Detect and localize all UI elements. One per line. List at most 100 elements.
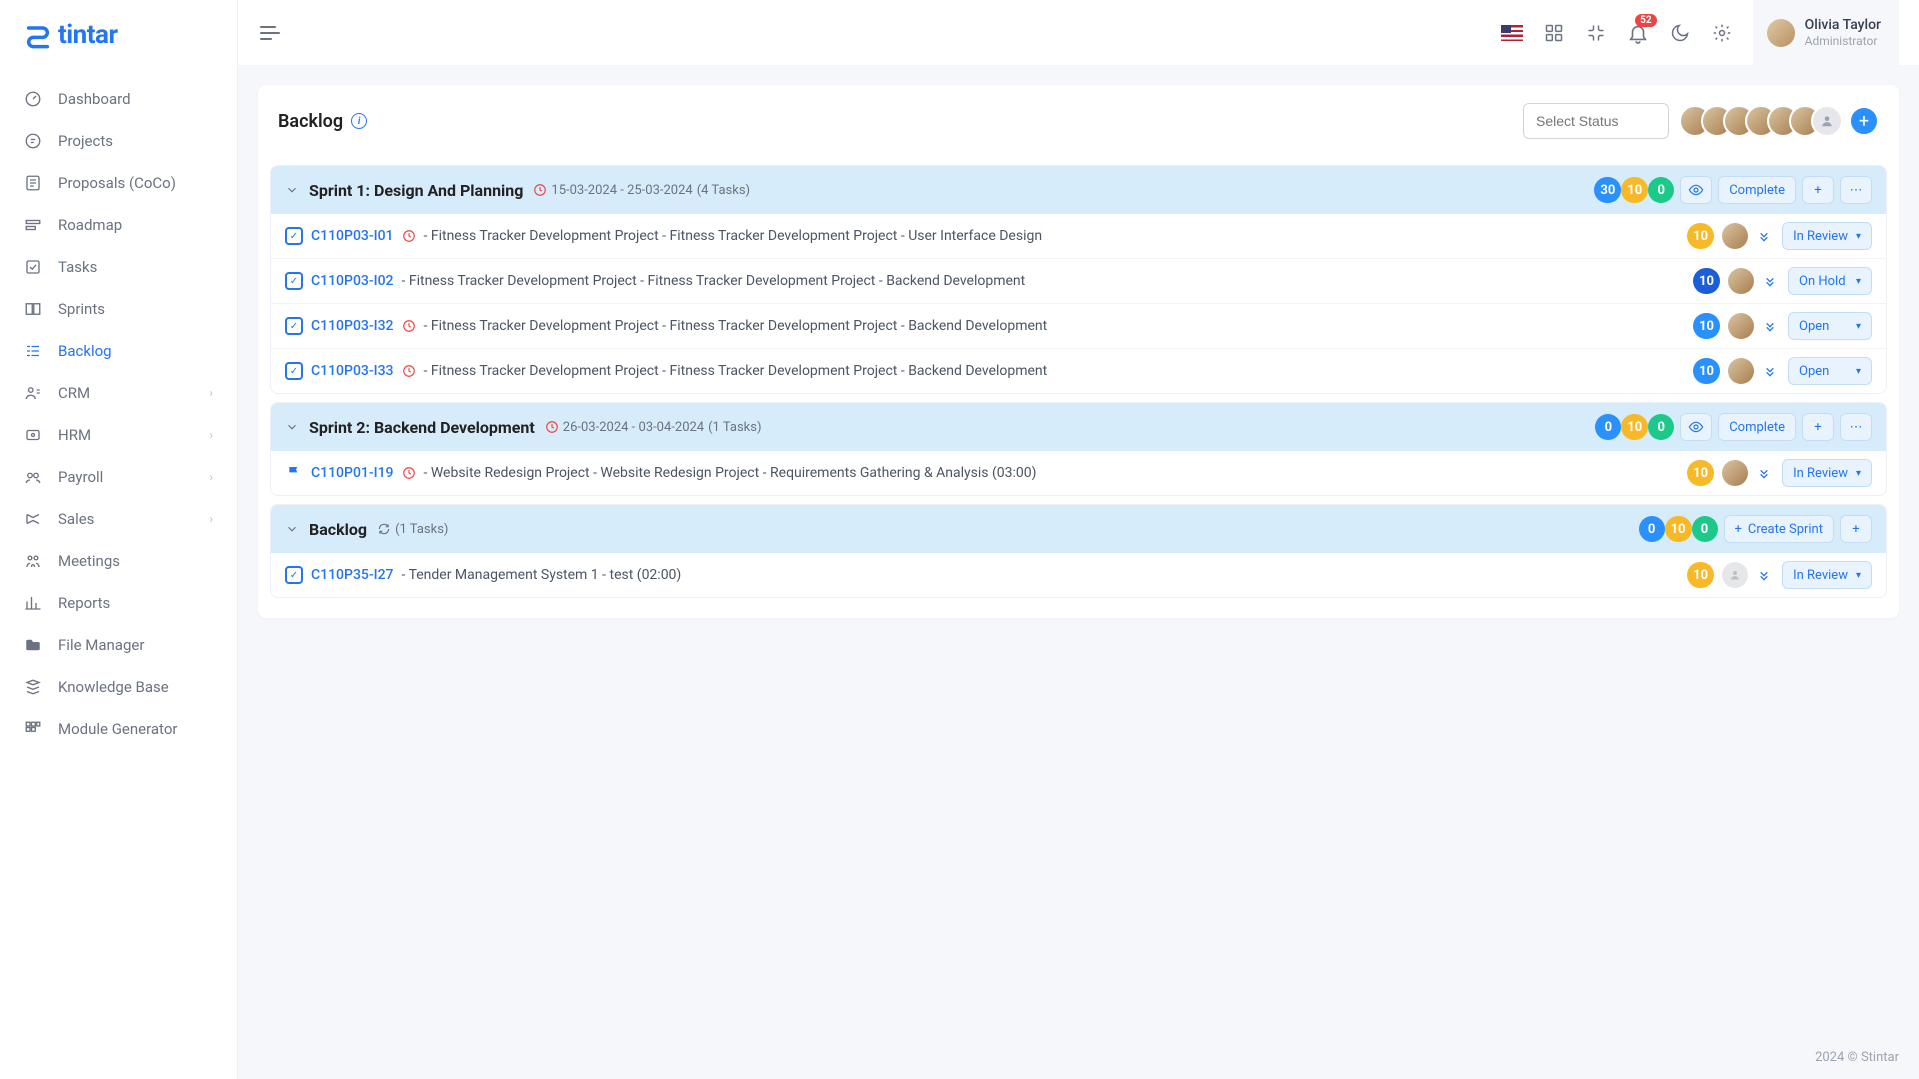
task-code[interactable]: C110P01-I19	[311, 465, 394, 481]
sprint-date: 26-03-2024 - 03-04-2024	[563, 420, 704, 435]
page-title: Backlog	[278, 111, 343, 132]
points-pill: 10	[1687, 562, 1714, 588]
more-button[interactable]: ⋯	[1840, 176, 1872, 204]
points-pill: 10	[1693, 313, 1720, 339]
sidebar-item-backlog[interactable]: Backlog	[0, 330, 237, 372]
modgen-icon	[24, 720, 42, 738]
sidebar-item-reports[interactable]: Reports	[0, 582, 237, 624]
status-badge[interactable]: On Hold▾	[1788, 267, 1872, 295]
sidebar-item-projects[interactable]: Projects	[0, 120, 237, 162]
apps-icon[interactable]	[1543, 22, 1565, 44]
expand-icon[interactable]	[1762, 273, 1780, 289]
info-icon[interactable]: i	[351, 113, 367, 129]
sidebar-item-file-manager[interactable]: File Manager	[0, 624, 237, 666]
logo[interactable]: tintar	[0, 0, 237, 70]
sidebar-item-proposals-coco-[interactable]: Proposals (CoCo)	[0, 162, 237, 204]
sidebar-item-label: Meetings	[58, 552, 213, 570]
complete-button[interactable]: Complete	[1718, 413, 1796, 441]
expand-icon[interactable]	[1756, 567, 1774, 583]
sidebar-item-label: Sprints	[58, 300, 213, 318]
points-pill: 0	[1692, 516, 1718, 542]
sidebar-item-label: Tasks	[58, 258, 213, 276]
chevron-down-icon[interactable]	[285, 183, 299, 197]
sidebar-item-roadmap[interactable]: Roadmap	[0, 204, 237, 246]
reports-icon	[24, 594, 42, 612]
bell-icon[interactable]: 52	[1627, 22, 1649, 44]
task-code[interactable]: C110P03-I01	[311, 228, 394, 244]
points-pill: 10	[1687, 223, 1714, 249]
clipboard-check-icon: ✓	[285, 227, 303, 245]
roadmap-icon	[24, 216, 42, 234]
sidebar-item-sprints[interactable]: Sprints	[0, 288, 237, 330]
sprints-icon	[24, 300, 42, 318]
task-code[interactable]: C110P35-I27	[311, 567, 394, 583]
points-pill: 10	[1693, 268, 1720, 294]
status-badge[interactable]: In Review▾	[1782, 459, 1872, 487]
sidebar-item-label: Roadmap	[58, 216, 213, 234]
add-user-button[interactable]: +	[1849, 106, 1879, 136]
task-row[interactable]: ✓ C110P03-I02 - Fitness Tracker Developm…	[271, 258, 1886, 303]
task-text: - Website Redesign Project - Website Red…	[424, 465, 1037, 481]
sidebar-item-meetings[interactable]: Meetings	[0, 540, 237, 582]
sidebar-item-tasks[interactable]: Tasks	[0, 246, 237, 288]
chevron-down-icon: ▾	[1856, 276, 1861, 287]
chevron-down-icon: ▾	[1856, 366, 1861, 377]
add-button[interactable]: +	[1802, 176, 1834, 204]
footer: 2024 © Stintar	[238, 1036, 1919, 1079]
user-menu[interactable]: Olivia Taylor Administrator	[1753, 0, 1899, 65]
task-row[interactable]: ✓ C110P35-I27 - Tender Management System…	[271, 553, 1886, 597]
more-button[interactable]: ⋯	[1840, 413, 1872, 441]
status-badge[interactable]: Open▾	[1788, 312, 1872, 340]
points-pill: 0	[1595, 414, 1621, 440]
eye-button[interactable]	[1680, 413, 1712, 441]
sidebar-item-dashboard[interactable]: Dashboard	[0, 78, 237, 120]
complete-button[interactable]: Complete	[1718, 176, 1796, 204]
task-row[interactable]: ✓ C110P03-I33 - Fitness Tracker Developm…	[271, 348, 1886, 393]
sidebar-item-payroll[interactable]: Payroll›	[0, 456, 237, 498]
minimize-icon[interactable]	[1585, 22, 1607, 44]
sidebar-item-hrm[interactable]: HRM›	[0, 414, 237, 456]
task-code[interactable]: C110P03-I32	[311, 318, 394, 334]
task-row[interactable]: ✓ C110P03-I32 - Fitness Tracker Developm…	[271, 303, 1886, 348]
chevron-down-icon[interactable]	[285, 522, 299, 536]
sidebar-item-label: Backlog	[58, 342, 213, 360]
expand-icon[interactable]	[1756, 465, 1774, 481]
sidebar-item-crm[interactable]: CRM›	[0, 372, 237, 414]
task-row[interactable]: ✓ C110P03-I01 - Fitness Tracker Developm…	[271, 214, 1886, 258]
expand-icon[interactable]	[1762, 363, 1780, 379]
sidebar-item-module-generator[interactable]: Module Generator	[0, 708, 237, 750]
sidebar-item-label: Reports	[58, 594, 213, 612]
status-select[interactable]	[1523, 103, 1669, 139]
expand-icon[interactable]	[1762, 318, 1780, 334]
moon-icon[interactable]	[1669, 22, 1691, 44]
sidebar-item-sales[interactable]: Sales›	[0, 498, 237, 540]
chevron-right-icon: ›	[209, 470, 213, 484]
clipboard-check-icon: ✓	[285, 317, 303, 335]
expand-icon[interactable]	[1756, 228, 1774, 244]
add-button[interactable]: +	[1802, 413, 1834, 441]
task-code[interactable]: C110P03-I33	[311, 363, 394, 379]
points-pill: 10	[1621, 414, 1648, 440]
gear-icon[interactable]	[1711, 22, 1733, 44]
sidebar-item-label: HRM	[58, 426, 193, 444]
points-pill: 10	[1621, 177, 1648, 203]
chevron-down-icon[interactable]	[285, 420, 299, 434]
sidebar-item-label: Proposals (CoCo)	[58, 174, 213, 192]
status-badge[interactable]: In Review▾	[1782, 561, 1872, 589]
user-role: Administrator	[1805, 34, 1881, 48]
add-button[interactable]: +	[1840, 515, 1872, 543]
task-row[interactable]: C110P01-I19 - Website Redesign Project -…	[271, 451, 1886, 495]
task-code[interactable]: C110P03-I02	[311, 273, 394, 289]
sidebar-item-knowledge-base[interactable]: Knowledge Base	[0, 666, 237, 708]
points-pill: 10	[1665, 516, 1692, 542]
status-badge[interactable]: Open▾	[1788, 357, 1872, 385]
task-text: - Fitness Tracker Development Project - …	[402, 273, 1026, 289]
flag-icon[interactable]	[1501, 25, 1523, 41]
eye-button[interactable]	[1680, 176, 1712, 204]
status-badge[interactable]: In Review▾	[1782, 222, 1872, 250]
sprint-date: 15-03-2024 - 25-03-2024	[551, 183, 692, 198]
clipboard-check-icon: ✓	[285, 566, 303, 584]
menu-toggle-icon[interactable]	[258, 21, 282, 45]
proposal-icon	[24, 174, 42, 192]
create-sprint-button[interactable]: +Create Sprint	[1724, 515, 1835, 543]
